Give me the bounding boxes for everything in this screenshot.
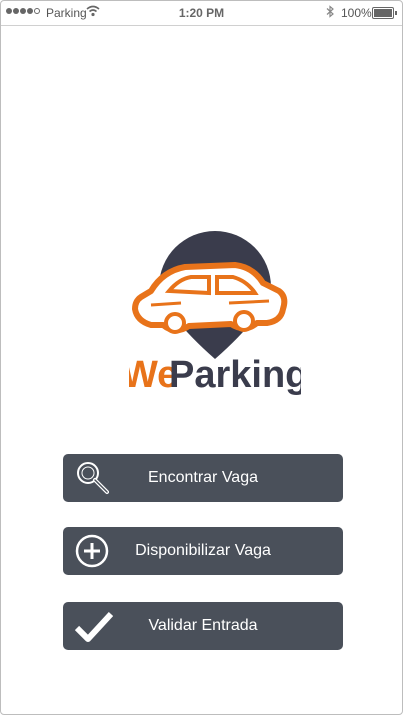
phone-screen: Parking 1:20 PM 100% e Parking Encontrar… [0,0,403,715]
weparking-logo: We Parking [122,225,308,396]
battery-icon [372,7,397,19]
find-spot-label: Encontrar Vaga [148,469,258,486]
validate-entry-button[interactable]: Validar Entrada [63,602,343,650]
battery-percentage: 100% [341,6,372,20]
validate-entry-label: Validar Entrada [148,617,258,634]
logo-text-parking: Parking [169,354,301,395]
find-spot-button[interactable]: Encontrar Vaga [63,454,343,502]
offer-spot-button[interactable]: Disponibilizar Vaga [63,527,343,575]
offer-spot-label: Disponibilizar Vaga [135,542,271,559]
status-bar: Parking 1:20 PM 100% [1,1,402,26]
bluetooth-icon [326,5,335,21]
